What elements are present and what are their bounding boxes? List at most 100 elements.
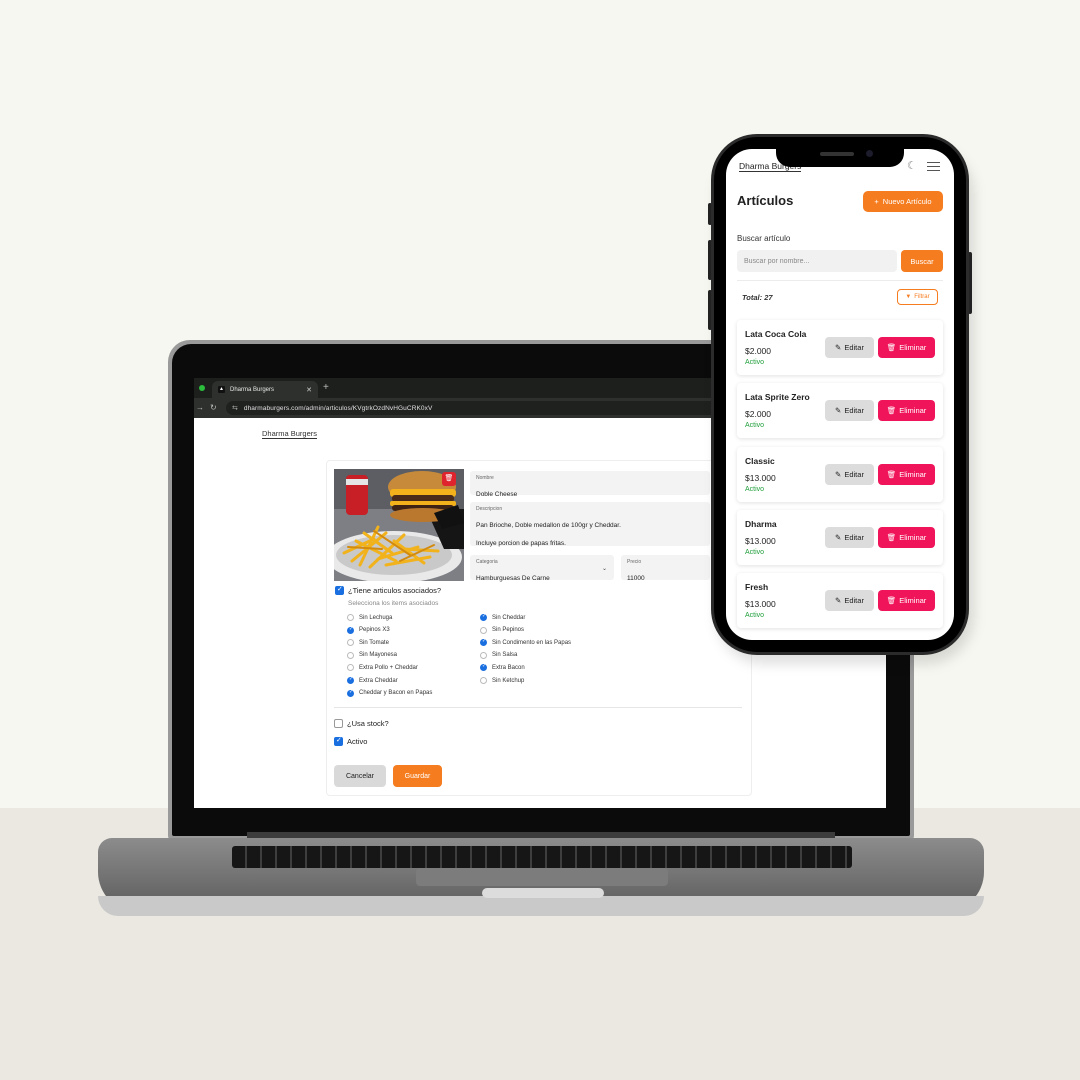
nombre-label: Nombre bbox=[476, 475, 494, 481]
uses-stock-toggle[interactable]: ¿Usa stock? bbox=[334, 719, 389, 728]
associated-option[interactable]: Sin Pepinos bbox=[480, 626, 524, 634]
brand-link[interactable]: Dharma Burgers bbox=[262, 429, 318, 439]
active-toggle[interactable]: Activo bbox=[334, 736, 367, 746]
trash-icon: 🗑 bbox=[886, 532, 897, 542]
associated-option[interactable]: Sin Cheddar bbox=[480, 613, 525, 621]
associated-option[interactable]: Extra Bacon bbox=[480, 663, 525, 672]
delete-photo-button[interactable]: 🗑 bbox=[442, 472, 456, 486]
nombre-field[interactable]: Nombre Doble Cheese bbox=[470, 471, 710, 498]
associated-option[interactable]: Sin Condimento en las Papas bbox=[480, 638, 571, 647]
new-tab-icon[interactable]: + bbox=[323, 382, 329, 393]
option-checkbox[interactable] bbox=[480, 663, 487, 672]
site-info-icon[interactable]: ⇆ bbox=[232, 404, 238, 412]
nombre-value[interactable]: Doble Cheese bbox=[476, 491, 517, 498]
precio-value[interactable]: 11000 bbox=[627, 575, 645, 582]
option-checkbox[interactable] bbox=[480, 638, 487, 647]
article-price: $13.000 bbox=[745, 472, 776, 483]
article-name: Dharma bbox=[745, 518, 777, 529]
moon-icon[interactable]: ☾ bbox=[907, 159, 917, 172]
edit-button[interactable]: ✎ Editar bbox=[825, 526, 874, 548]
trash-icon: 🗑 bbox=[886, 406, 897, 416]
option-checkbox[interactable] bbox=[347, 614, 354, 621]
article-card: Dharma $13.000 Activo ✎ Editar 🗑 Eliminar bbox=[737, 509, 943, 565]
edit-button[interactable]: ✎ Editar bbox=[825, 590, 874, 612]
page-title: Artículos bbox=[737, 193, 794, 208]
associated-option[interactable]: Cheddar y Bacon en Papas bbox=[347, 689, 432, 697]
option-checkbox[interactable] bbox=[480, 613, 487, 621]
article-card: Lata Coca Cola $2.000 Activo ✎ Editar 🗑 Elimin… bbox=[737, 320, 943, 375]
option-checkbox[interactable] bbox=[347, 664, 354, 672]
descripcion-field[interactable]: Descripcion Pan Brioche, Doble medallon … bbox=[470, 502, 710, 547]
uses-stock-label: ¿Usa stock? bbox=[347, 719, 389, 728]
associated-option[interactable]: Sin Tomate bbox=[347, 639, 389, 647]
option-checkbox[interactable] bbox=[480, 651, 487, 659]
edit-label: Editar bbox=[844, 406, 864, 416]
option-checkbox[interactable] bbox=[480, 677, 487, 684]
categoria-select[interactable]: Categoria Hamburguesas De Carne ⌄ bbox=[470, 555, 614, 582]
article-price: $13.000 bbox=[745, 535, 776, 546]
associated-items-toggle[interactable]: ¿Tiene articulos asociados? bbox=[335, 585, 441, 595]
save-button[interactable]: Guardar bbox=[393, 765, 442, 787]
browser-tab[interactable]: ▲ Dharma Burgers ✕ bbox=[212, 381, 318, 398]
phone-camera bbox=[866, 150, 873, 157]
tab-close-icon[interactable]: ✕ bbox=[306, 386, 312, 394]
delete-button[interactable]: 🗑 Eliminar bbox=[878, 400, 935, 422]
search-input[interactable] bbox=[737, 250, 897, 272]
option-label: Pepinos X3 bbox=[359, 627, 390, 634]
associated-option[interactable]: Extra Cheddar bbox=[347, 676, 398, 684]
article-name: Lata Sprite Zero bbox=[745, 392, 810, 403]
filter-button[interactable]: ▼ Filtrar bbox=[897, 289, 938, 305]
associated-option[interactable]: Sin Ketchup bbox=[480, 677, 524, 684]
filter-icon: ▼ bbox=[905, 294, 912, 300]
article-price: $2.000 bbox=[745, 346, 771, 356]
edit-label: Editar bbox=[844, 532, 864, 542]
pencil-icon: ✎ bbox=[835, 596, 842, 606]
delete-button[interactable]: 🗑 Eliminar bbox=[878, 526, 935, 548]
option-label: Extra Pollo + Cheddar bbox=[359, 664, 418, 671]
article-card: Lata Sprite Zero $2.000 Activo ✎ Editar 🗑 Elim… bbox=[737, 383, 943, 439]
categoria-value[interactable]: Hamburguesas De Carne bbox=[476, 575, 550, 582]
active-checkbox[interactable] bbox=[334, 736, 343, 746]
associated-option[interactable]: Sin Lechuga bbox=[347, 614, 392, 621]
delete-label: Eliminar bbox=[899, 532, 927, 542]
descripcion-value[interactable]: Pan Brioche, Doble medallon de 100gr y C… bbox=[476, 522, 621, 547]
delete-button[interactable]: 🗑 Eliminar bbox=[878, 590, 935, 612]
pencil-icon: ✎ bbox=[835, 469, 842, 479]
delete-button[interactable]: 🗑 Eliminar bbox=[878, 337, 935, 358]
phone-notch bbox=[776, 149, 904, 167]
precio-field[interactable]: Precio 11000 bbox=[621, 555, 710, 582]
delete-label: Eliminar bbox=[899, 469, 927, 479]
forward-icon[interactable]: → bbox=[196, 403, 204, 412]
delete-button[interactable]: 🗑 Eliminar bbox=[878, 463, 935, 485]
url-text[interactable]: dharmaburgers.com/admin/articulos/KVgtrk… bbox=[244, 405, 433, 412]
search-label: Buscar artículo bbox=[737, 234, 791, 243]
pencil-icon: ✎ bbox=[835, 406, 842, 416]
new-article-button[interactable]: + Nuevo Artículo bbox=[863, 191, 943, 212]
option-checkbox[interactable] bbox=[480, 626, 487, 634]
categoria-label: Categoria bbox=[476, 559, 498, 565]
edit-button[interactable]: ✎ Editar bbox=[825, 400, 874, 422]
associated-option[interactable]: Sin Mayonesa bbox=[347, 651, 397, 659]
edit-button[interactable]: ✎ Editar bbox=[825, 463, 874, 485]
reload-icon[interactable]: ↻ bbox=[210, 403, 217, 412]
associated-checkbox[interactable] bbox=[335, 585, 344, 595]
uses-stock-checkbox[interactable] bbox=[334, 719, 343, 728]
associated-option[interactable]: Extra Pollo + Cheddar bbox=[347, 664, 418, 672]
associated-option[interactable]: Pepinos X3 bbox=[347, 626, 390, 634]
menu-icon[interactable] bbox=[927, 162, 940, 171]
search-button[interactable]: Buscar bbox=[901, 250, 943, 272]
option-checkbox[interactable] bbox=[347, 676, 354, 684]
option-checkbox[interactable] bbox=[347, 651, 354, 659]
option-checkbox[interactable] bbox=[347, 639, 354, 647]
edit-button[interactable]: ✎ Editar bbox=[825, 337, 874, 358]
associated-option[interactable]: Sin Salsa bbox=[480, 651, 517, 659]
window-maximize-dot[interactable] bbox=[199, 385, 205, 391]
delete-label: Eliminar bbox=[899, 596, 927, 606]
cancel-button[interactable]: Cancelar bbox=[334, 765, 386, 787]
search-divider bbox=[737, 280, 943, 281]
edit-label: Editar bbox=[844, 596, 864, 606]
option-checkbox[interactable] bbox=[347, 626, 354, 634]
option-checkbox[interactable] bbox=[347, 689, 354, 697]
pencil-icon: ✎ bbox=[835, 343, 842, 352]
favicon-icon: ▲ bbox=[218, 386, 225, 393]
